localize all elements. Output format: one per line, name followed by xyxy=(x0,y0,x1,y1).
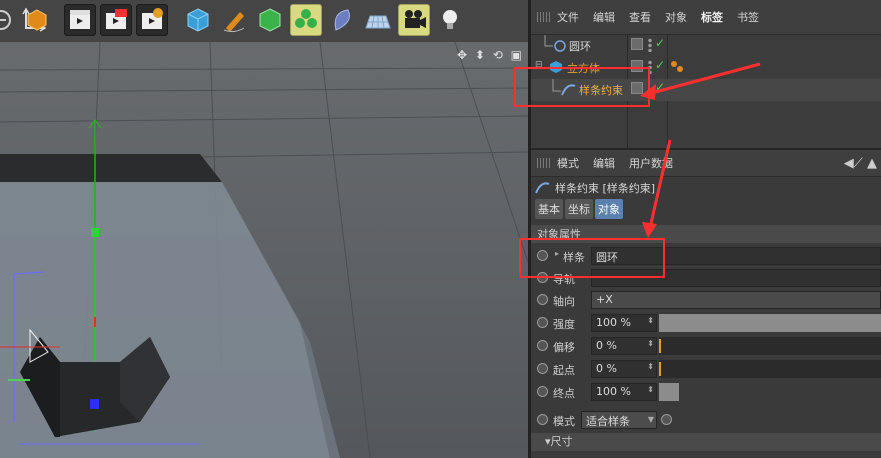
annotation-arrows xyxy=(640,62,761,238)
